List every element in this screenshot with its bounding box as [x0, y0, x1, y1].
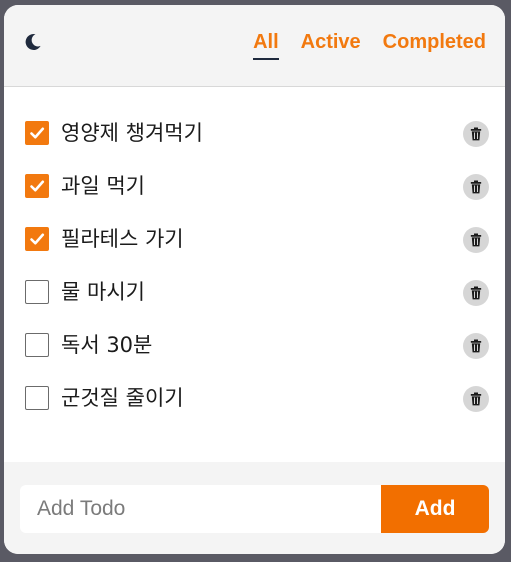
trash-icon [470, 127, 482, 141]
trash-icon [470, 339, 482, 353]
todo-checkbox[interactable] [25, 227, 49, 251]
todo-item: 영양제 챙겨먹기 [4, 108, 505, 161]
todo-item: 군것질 줄이기 [4, 373, 505, 426]
todo-checkbox[interactable] [25, 333, 49, 357]
trash-icon [470, 392, 482, 406]
todo-text: 과일 먹기 [61, 174, 145, 198]
delete-button[interactable] [463, 333, 489, 359]
todo-text: 필라테스 가기 [61, 227, 184, 251]
delete-button[interactable] [463, 386, 489, 412]
delete-button[interactable] [463, 174, 489, 200]
delete-button[interactable] [463, 280, 489, 306]
filter-tabs: All Active Completed [253, 30, 486, 60]
todo-item: 독서 30분 [4, 320, 505, 373]
add-button[interactable]: Add [381, 485, 489, 533]
todo-text: 군것질 줄이기 [61, 386, 184, 410]
check-icon [30, 127, 45, 139]
check-icon [30, 180, 45, 192]
todo-item: 과일 먹기 [4, 161, 505, 214]
tab-active[interactable]: Active [301, 30, 361, 60]
delete-button[interactable] [463, 227, 489, 253]
todo-text: 독서 30분 [61, 333, 153, 357]
delete-button[interactable] [463, 121, 489, 147]
todo-list: 영양제 챙겨먹기과일 먹기필라테스 가기물 마시기독서 30분군것질 줄이기 [4, 108, 505, 426]
todo-item: 필라테스 가기 [4, 214, 505, 267]
todo-app: All Active Completed 영양제 챙겨먹기과일 먹기필라테스 가… [4, 5, 505, 554]
todo-checkbox[interactable] [25, 280, 49, 304]
todo-checkbox[interactable] [25, 174, 49, 198]
todo-item: 물 마시기 [4, 267, 505, 320]
todo-text: 물 마시기 [61, 280, 145, 304]
todo-checkbox[interactable] [25, 121, 49, 145]
header: All Active Completed [4, 5, 505, 87]
tab-all[interactable]: All [253, 30, 279, 60]
add-todo-input[interactable] [20, 485, 381, 533]
todo-checkbox[interactable] [25, 386, 49, 410]
trash-icon [470, 180, 482, 194]
trash-icon [470, 286, 482, 300]
add-todo-form: Add [4, 462, 505, 554]
trash-icon [470, 233, 482, 247]
tab-completed[interactable]: Completed [383, 30, 486, 60]
moon-icon[interactable] [21, 31, 43, 53]
todo-text: 영양제 챙겨먹기 [61, 121, 203, 145]
check-icon [30, 233, 45, 245]
